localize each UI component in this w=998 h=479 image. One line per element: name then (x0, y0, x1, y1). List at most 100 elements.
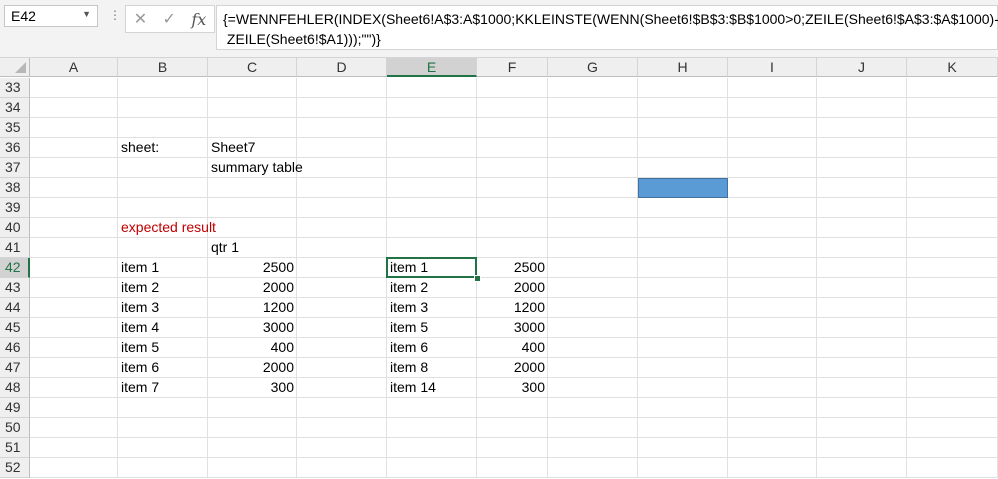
fill-handle[interactable] (474, 275, 481, 282)
cell-I47[interactable] (728, 358, 817, 378)
cell-K40[interactable] (907, 218, 998, 238)
cell-K35[interactable] (907, 118, 998, 138)
cell-H49[interactable] (638, 398, 728, 418)
cell-D47[interactable] (297, 358, 387, 378)
cell-G45[interactable] (548, 318, 638, 338)
cell-A42[interactable] (30, 258, 118, 278)
cell-C49[interactable] (208, 398, 297, 418)
cell-K49[interactable] (907, 398, 998, 418)
cell-I36[interactable] (728, 138, 817, 158)
cell-C50[interactable] (208, 418, 297, 438)
row-header-47[interactable]: 47 (0, 358, 30, 378)
row-header-34[interactable]: 34 (0, 98, 30, 118)
cell-A45[interactable] (30, 318, 118, 338)
row-header-33[interactable]: 33 (0, 78, 30, 98)
cell-C33[interactable] (208, 78, 297, 98)
cell-B50[interactable] (118, 418, 208, 438)
cell-D36[interactable] (297, 138, 387, 158)
cell-H44[interactable] (638, 298, 728, 318)
cell-E33[interactable] (387, 78, 477, 98)
cell-F42-value[interactable]: 2500 (477, 258, 548, 278)
cell-K52[interactable] (907, 458, 998, 478)
cell-H50[interactable] (638, 418, 728, 438)
cell-I46[interactable] (728, 338, 817, 358)
cell-E47-value[interactable]: item 8 (387, 358, 477, 378)
cell-G39[interactable] (548, 198, 638, 218)
cell-G48[interactable] (548, 378, 638, 398)
row-header-52[interactable]: 52 (0, 458, 30, 478)
cell-E48-value[interactable]: item 14 (387, 378, 477, 398)
cell-H45[interactable] (638, 318, 728, 338)
cell-G34[interactable] (548, 98, 638, 118)
cell-D38[interactable] (297, 178, 387, 198)
cell-E37[interactable] (387, 158, 477, 178)
cell-A48[interactable] (30, 378, 118, 398)
cell-K48[interactable] (907, 378, 998, 398)
cell-I43[interactable] (728, 278, 817, 298)
cell-J39[interactable] (817, 198, 907, 218)
column-header-d[interactable]: D (297, 58, 387, 77)
cell-C36-value[interactable]: Sheet7 (208, 138, 297, 158)
cell-D49[interactable] (297, 398, 387, 418)
cell-D34[interactable] (297, 98, 387, 118)
cell-G40[interactable] (548, 218, 638, 238)
cell-C45-value[interactable]: 3000 (208, 318, 297, 338)
cell-G35[interactable] (548, 118, 638, 138)
cell-F37[interactable] (477, 158, 548, 178)
cell-B34[interactable] (118, 98, 208, 118)
cell-D41[interactable] (297, 238, 387, 258)
cell-I40[interactable] (728, 218, 817, 238)
cell-A49[interactable] (30, 398, 118, 418)
cell-A37[interactable] (30, 158, 118, 178)
cell-J47[interactable] (817, 358, 907, 378)
cell-D33[interactable] (297, 78, 387, 98)
cell-B33[interactable] (118, 78, 208, 98)
cell-C47-value[interactable]: 2000 (208, 358, 297, 378)
cell-C35[interactable] (208, 118, 297, 138)
cell-A47[interactable] (30, 358, 118, 378)
cell-I39[interactable] (728, 198, 817, 218)
cell-J41[interactable] (817, 238, 907, 258)
cell-B41[interactable] (118, 238, 208, 258)
cell-J52[interactable] (817, 458, 907, 478)
cell-K43[interactable] (907, 278, 998, 298)
cell-A46[interactable] (30, 338, 118, 358)
cell-H40[interactable] (638, 218, 728, 238)
cell-I42[interactable] (728, 258, 817, 278)
row-header-45[interactable]: 45 (0, 318, 30, 338)
cell-B40-value[interactable]: expected result (118, 218, 216, 238)
cell-J49[interactable] (817, 398, 907, 418)
cell-B46-value[interactable]: item 5 (118, 338, 208, 358)
cell-H47[interactable] (638, 358, 728, 378)
cell-H48[interactable] (638, 378, 728, 398)
cell-E38[interactable] (387, 178, 477, 198)
cell-I49[interactable] (728, 398, 817, 418)
row-header-46[interactable]: 46 (0, 338, 30, 358)
select-all-button[interactable] (0, 58, 30, 77)
cell-D37[interactable] (297, 158, 387, 178)
cell-H41[interactable] (638, 238, 728, 258)
column-header-j[interactable]: J (817, 58, 907, 77)
column-header-a[interactable]: A (30, 58, 118, 77)
cell-J33[interactable] (817, 78, 907, 98)
cell-K47[interactable] (907, 358, 998, 378)
cell-J38[interactable] (817, 178, 907, 198)
row-header-51[interactable]: 51 (0, 438, 30, 458)
cell-J45[interactable] (817, 318, 907, 338)
cell-K41[interactable] (907, 238, 998, 258)
cell-F51[interactable] (477, 438, 548, 458)
cell-G43[interactable] (548, 278, 638, 298)
cell-C42-value[interactable]: 2500 (208, 258, 297, 278)
cell-H33[interactable] (638, 78, 728, 98)
cell-A44[interactable] (30, 298, 118, 318)
row-header-49[interactable]: 49 (0, 398, 30, 418)
cell-J42[interactable] (817, 258, 907, 278)
row-header-44[interactable]: 44 (0, 298, 30, 318)
cell-H37[interactable] (638, 158, 728, 178)
cell-F35[interactable] (477, 118, 548, 138)
cell-G51[interactable] (548, 438, 638, 458)
cell-H46[interactable] (638, 338, 728, 358)
cell-D51[interactable] (297, 438, 387, 458)
cell-G42[interactable] (548, 258, 638, 278)
cell-I52[interactable] (728, 458, 817, 478)
